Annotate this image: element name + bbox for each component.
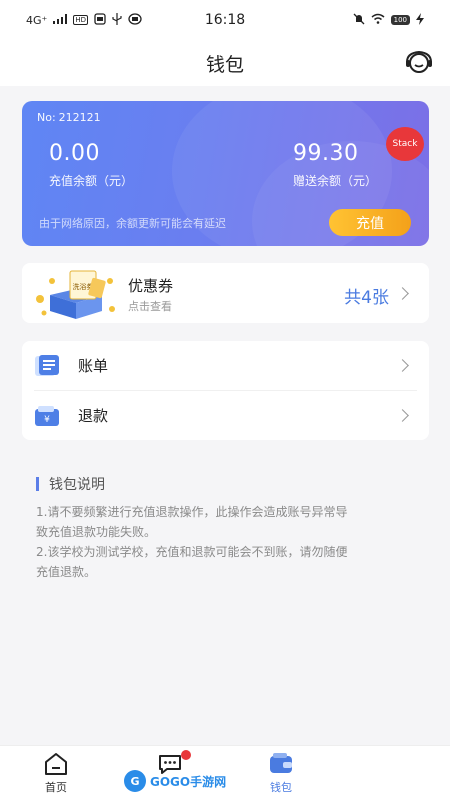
note-line: 致充值退款功能失败。: [36, 525, 157, 539]
status-bar: 4G⁺ HD 16:18 100: [0, 0, 450, 40]
charging-icon: [416, 12, 424, 28]
wallet-notes: 钱包说明 1.请不要频繁进行充值退款操作，此操作会造成账号异常导 致充值退款功能…: [36, 474, 416, 582]
page-title: 钱包: [205, 53, 244, 76]
network-delay-note: 由于网络原因，余额更新可能会有延迟: [39, 217, 226, 230]
coupon-card[interactable]: 洗浴券 优惠券 点击查看 共4张: [22, 263, 429, 323]
wifi-icon: [371, 13, 385, 27]
notification-dot: [181, 750, 191, 760]
refund-wallet-icon: ¥: [35, 405, 59, 426]
wallet-balance-card: No: 212121 0.00 充值余额（元） 99.30 赠送余额（元） Sta…: [22, 101, 429, 246]
recharge-button[interactable]: 充值: [329, 209, 411, 236]
menu-item-bill[interactable]: 账单: [22, 341, 429, 390]
tab-home[interactable]: 首页: [26, 752, 86, 795]
menu-item-refund[interactable]: ¥ 退款: [22, 391, 429, 440]
recharge-balance-label: 充值余额（元）: [49, 174, 134, 188]
tab-label: 钱包: [270, 781, 292, 794]
tab-wallet[interactable]: 钱包: [251, 752, 311, 795]
note-line: 1.请不要频繁进行充值退款操作，此操作会造成账号异常导: [36, 505, 348, 519]
home-icon: [45, 753, 67, 775]
title-accent-bar: [36, 477, 39, 491]
watermark-text: GOGO手游网: [150, 774, 226, 789]
card-number: No: 212121: [34, 111, 101, 124]
card-number-label: No:: [37, 111, 56, 124]
note-line: 2.该学校为测试学校，充值和退款可能会不到账，请勿随便: [36, 545, 348, 559]
headset-icon[interactable]: [404, 48, 434, 78]
watermark-logo: G GOGO手游网: [124, 770, 226, 792]
page-header: 钱包: [0, 40, 450, 86]
gift-balance-value: 99.30: [293, 141, 359, 166]
recharge-balance-value: 0.00: [49, 141, 100, 166]
gift-balance-label: 赠送余额（元）: [293, 174, 378, 188]
bill-icon: [35, 354, 59, 376]
battery-icon: 100: [390, 15, 410, 25]
coupon-count: 共4张: [344, 288, 389, 308]
stack-badge[interactable]: Stack: [386, 127, 424, 161]
card-number-value: 212121: [58, 111, 101, 124]
coupon-subtitle: 点击查看: [128, 300, 172, 313]
notes-title: 钱包说明: [36, 474, 416, 494]
note-line: 充值退款。: [36, 565, 97, 579]
mute-icon: [353, 13, 365, 28]
coupon-illustration: 洗浴券: [36, 270, 115, 319]
network-indicator: 4G⁺: [26, 13, 48, 27]
coupon-title: 优惠券: [128, 277, 174, 295]
chevron-right-icon: [396, 359, 409, 372]
svg-text:¥: ¥: [44, 415, 50, 425]
tab-label: 首页: [45, 781, 67, 794]
app-icon: [128, 12, 142, 28]
recharge-balance: 0.00 充值余额（元）: [49, 141, 133, 189]
svg-text:G: G: [130, 775, 139, 788]
usb-icon: [112, 12, 122, 28]
notes-title-text: 钱包说明: [49, 477, 105, 493]
wallet-menu: 账单 ¥ 退款: [22, 341, 429, 440]
notification-icon: [94, 12, 106, 28]
hd-badge: HD: [73, 15, 88, 25]
gift-balance: 99.30 赠送余额（元）: [293, 141, 377, 189]
chevron-right-icon: [396, 287, 409, 300]
menu-item-label: 退款: [78, 407, 109, 425]
chevron-right-icon: [396, 409, 409, 422]
wallet-icon: [270, 753, 292, 773]
status-left-icons: 4G⁺ HD: [26, 12, 176, 28]
status-right-icons: 100: [274, 12, 424, 28]
signal-icon: [53, 13, 68, 27]
status-time: 16:18: [204, 12, 246, 28]
menu-item-label: 账单: [78, 357, 109, 375]
